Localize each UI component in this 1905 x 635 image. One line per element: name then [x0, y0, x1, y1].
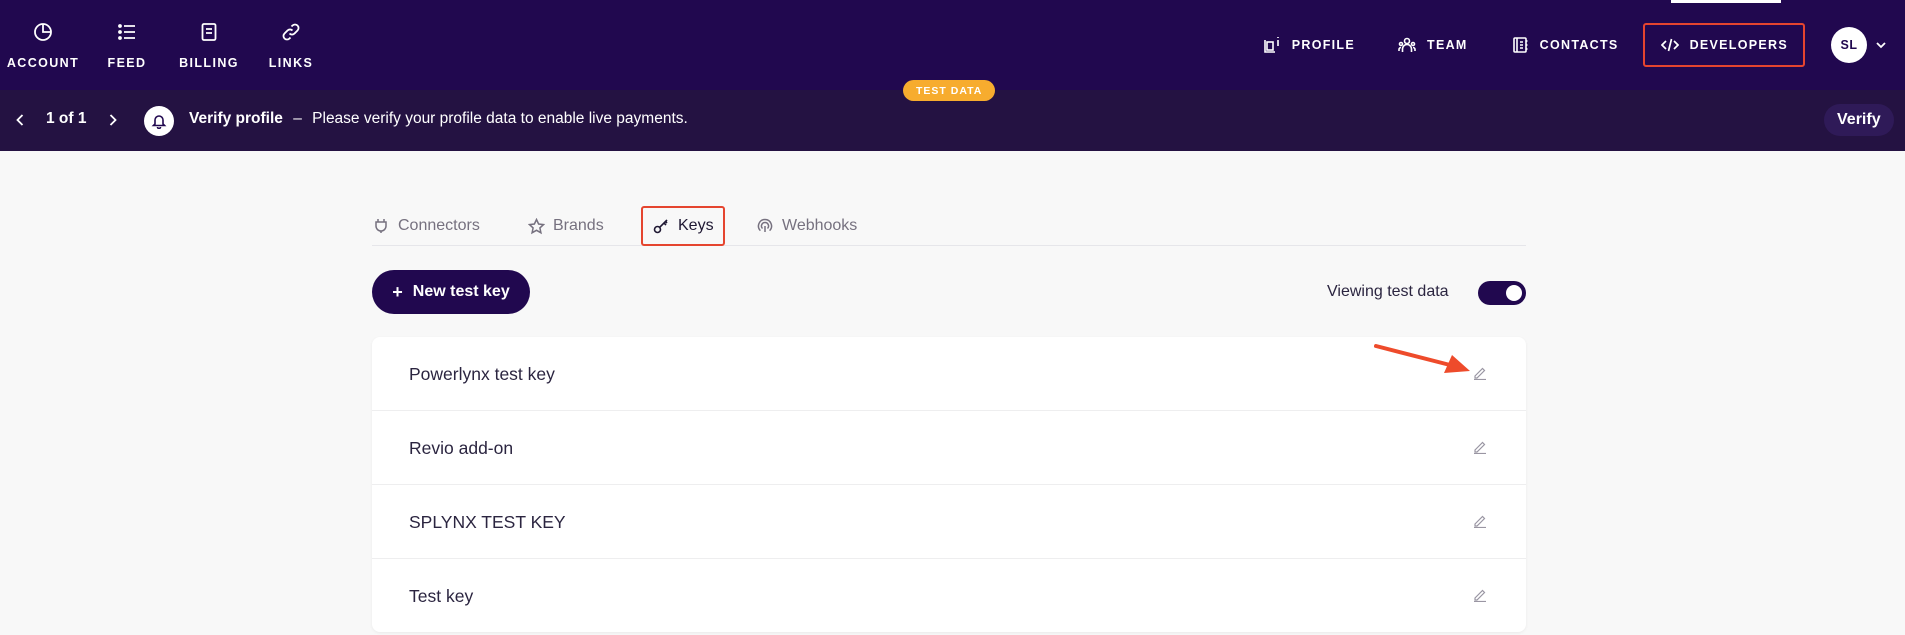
pencil-icon[interactable]: [1472, 365, 1488, 381]
key-name: SPLYNX TEST KEY: [409, 512, 566, 532]
tab-keys-label: Keys: [678, 217, 714, 234]
nav-links[interactable]: LINKS: [250, 0, 332, 90]
pencil-icon[interactable]: [1472, 587, 1488, 603]
nav-billing[interactable]: BILLING: [168, 0, 250, 90]
document-icon: [197, 20, 221, 44]
profile-card-icon: [1262, 35, 1282, 55]
key-name: Test key: [409, 586, 474, 606]
top-nav: ACCOUNT FEED BILLING LINKS PROFILE TEAM …: [0, 0, 1905, 90]
notification-message: Please verify your profile data to enabl…: [312, 110, 688, 127]
nav-developers[interactable]: DEVELOPERS: [1642, 23, 1805, 67]
plug-icon: [372, 217, 390, 235]
pencil-icon[interactable]: [1472, 439, 1488, 455]
nav-right: PROFILE TEAM CONTACTS DEVELOPERS SL: [1250, 0, 1905, 90]
key-row[interactable]: Test key: [372, 559, 1526, 633]
list-icon: [115, 20, 139, 44]
annotation-arrow-icon: [1374, 344, 1470, 373]
pencil-icon[interactable]: [1472, 513, 1488, 529]
bell-icon: [144, 106, 174, 136]
key-name: Revio add-on: [409, 438, 514, 458]
pager-count: 1 of 1: [46, 110, 87, 127]
nav-account[interactable]: ACCOUNT: [0, 0, 86, 90]
notification-title: Verify profile: [189, 110, 283, 127]
toggle-knob: [1506, 285, 1522, 301]
test-data-toggle[interactable]: [1478, 281, 1526, 305]
test-data-toggle-label: Viewing test data: [1327, 283, 1449, 300]
nav-account-label: ACCOUNT: [6, 56, 80, 70]
link-icon: [279, 20, 303, 44]
nav-contacts[interactable]: CONTACTS: [1498, 23, 1631, 67]
tab-connectors-label: Connectors: [398, 217, 480, 234]
user-menu[interactable]: SL: [1831, 27, 1887, 63]
tab-webhooks-label: Webhooks: [782, 217, 858, 234]
nav-profile-label: PROFILE: [1291, 38, 1356, 52]
notification-separator: –: [293, 110, 302, 127]
chevron-down-icon[interactable]: [1875, 39, 1887, 51]
keys-list: Powerlynx test key Revio add-on SPLYNX T…: [372, 337, 1526, 632]
key-row[interactable]: Revio add-on: [372, 411, 1526, 485]
tab-brands[interactable]: Brands: [527, 206, 604, 246]
chevron-left-icon[interactable]: [10, 109, 30, 131]
contacts-book-icon: [1510, 35, 1530, 55]
tab-webhooks[interactable]: Webhooks: [756, 206, 857, 246]
nav-developers-label: DEVELOPERS: [1689, 38, 1788, 52]
key-icon: [652, 217, 670, 235]
avatar[interactable]: SL: [1831, 27, 1867, 63]
nav-contacts-label: CONTACTS: [1539, 38, 1619, 52]
developer-tabs: Connectors Brands Keys Webhooks: [372, 206, 1526, 246]
tab-connectors[interactable]: Connectors: [372, 206, 480, 246]
tab-brands-label: Brands: [553, 217, 604, 234]
key-name: Powerlynx test key: [409, 364, 555, 384]
team-icon: [1397, 35, 1417, 55]
star-icon: [527, 217, 545, 235]
pie-chart-icon: [31, 20, 55, 44]
key-row[interactable]: SPLYNX TEST KEY: [372, 485, 1526, 559]
nav-team[interactable]: TEAM: [1385, 23, 1480, 67]
test-data-badge: TEST DATA: [903, 80, 996, 101]
new-test-key-label: New test key: [412, 283, 510, 300]
plus-icon: +: [392, 281, 403, 302]
nav-billing-label: BILLING: [179, 56, 239, 70]
nav-feed[interactable]: FEED: [86, 0, 168, 90]
notification-text: Verify profile – Please verify your prof…: [189, 110, 688, 128]
verify-button[interactable]: Verify: [1824, 104, 1894, 136]
new-test-key-button[interactable]: + New test key: [372, 270, 530, 314]
nav-links-label: LINKS: [268, 56, 314, 70]
nav-team-label: TEAM: [1427, 38, 1468, 52]
key-row[interactable]: Powerlynx test key: [372, 337, 1526, 411]
nav-profile[interactable]: PROFILE: [1250, 23, 1367, 67]
code-icon: [1660, 35, 1680, 55]
tab-keys[interactable]: Keys: [641, 206, 725, 246]
webhook-icon: [756, 217, 774, 235]
chevron-right-icon[interactable]: [103, 109, 123, 131]
nav-feed-label: FEED: [107, 56, 147, 70]
nav-left: ACCOUNT FEED BILLING LINKS: [0, 0, 332, 90]
